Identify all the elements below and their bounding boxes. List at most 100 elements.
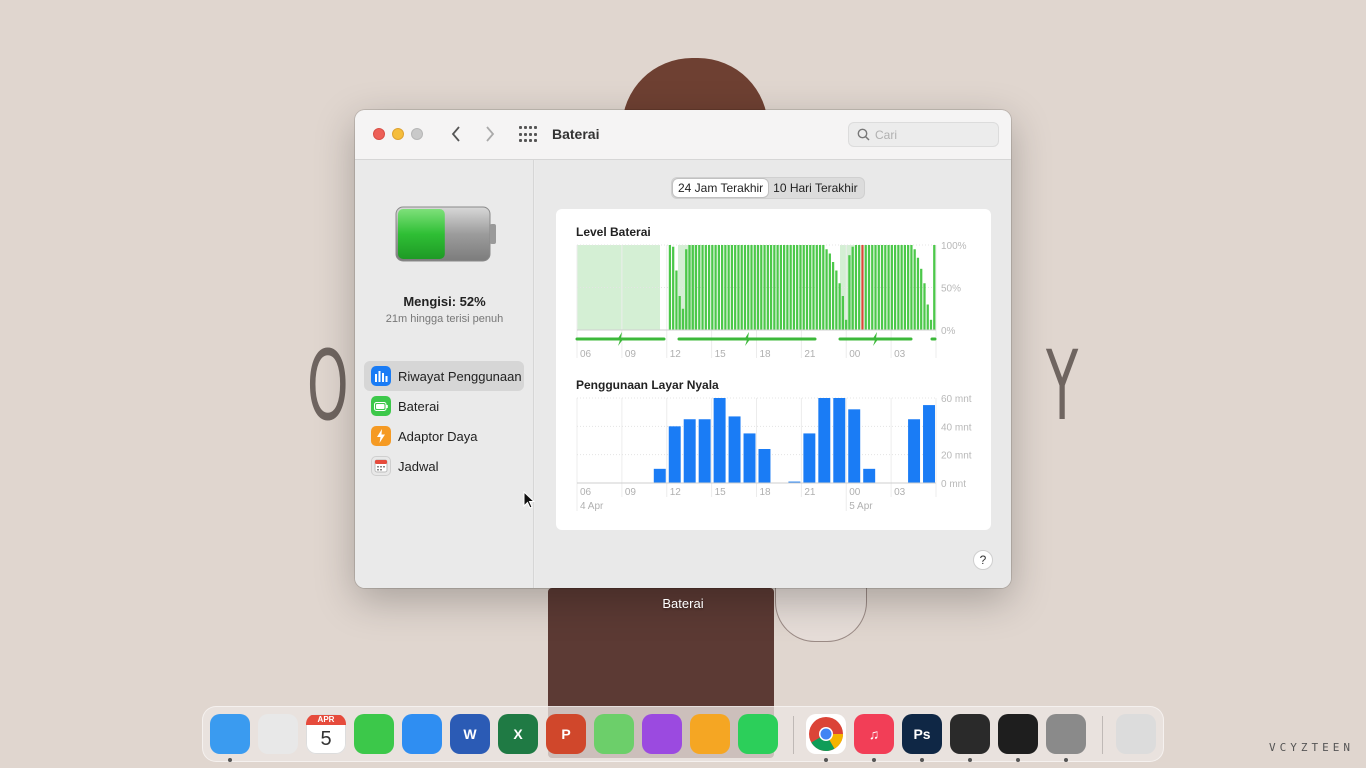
battery-level-bar bbox=[933, 245, 936, 330]
battery-preferences-window: Baterai Mengisi: 52% 21m hingg bbox=[355, 110, 1011, 588]
dock-app-mail-icon[interactable] bbox=[402, 714, 442, 754]
forward-button[interactable] bbox=[479, 123, 501, 145]
battery-level-bar bbox=[796, 245, 799, 330]
screen-usage-bar bbox=[758, 449, 771, 483]
dock-app-excel-icon[interactable]: X bbox=[498, 714, 538, 754]
battery-level-bar bbox=[929, 319, 933, 330]
dock-app-launchpad-icon[interactable] bbox=[258, 714, 298, 754]
y-tick-label: 0 mnt bbox=[941, 479, 966, 490]
dock: APR 5 W X P ♫ Ps bbox=[202, 706, 1164, 762]
dock-app-maps-icon[interactable] bbox=[594, 714, 634, 754]
battery-level-bar bbox=[858, 245, 861, 330]
segment-last-24-hours[interactable]: 24 Jam Terakhir bbox=[673, 179, 769, 197]
sidebar-item-usage-history[interactable]: Riwayat Penggunaan bbox=[364, 361, 524, 391]
battery-level-bar bbox=[864, 245, 867, 330]
sidebar-item-power-adapter[interactable]: Adaptor Daya bbox=[364, 421, 524, 451]
dock-app-calendar-icon[interactable]: APR 5 bbox=[306, 714, 346, 754]
screen-usage-bar bbox=[728, 416, 741, 483]
battery-level-bar bbox=[871, 245, 874, 330]
battery-level-bar bbox=[714, 245, 717, 330]
battery-level-bar bbox=[920, 268, 923, 330]
screen-usage-bar bbox=[833, 398, 846, 483]
watermark: VCYZTEEN bbox=[1269, 741, 1354, 754]
screen-usage-bar bbox=[848, 409, 861, 483]
usage-charts: 100% 50% 0% 06 09 12 15 18 21 00 03 60 mnt 40 mnt 20 … bbox=[575, 241, 972, 512]
help-button[interactable]: ? bbox=[973, 550, 993, 570]
time-range-segmented-control: 24 Jam Terakhir 10 Hari Terakhir bbox=[671, 177, 865, 199]
dock-app-chrome-icon[interactable] bbox=[806, 714, 846, 754]
dock-app-piano-icon[interactable] bbox=[950, 714, 990, 754]
search-field[interactable] bbox=[848, 122, 999, 147]
dock-app-photoshop-icon[interactable]: Ps bbox=[902, 714, 942, 754]
dock-app-finder-icon[interactable] bbox=[210, 714, 250, 754]
sidebar: Mengisi: 52% 21m hingga terisi penuh Riw… bbox=[355, 160, 535, 588]
time-until-full: 21m hingga terisi penuh bbox=[385, 313, 504, 325]
titlebar: Baterai bbox=[355, 110, 1011, 160]
dock-app-podcasts-icon[interactable] bbox=[642, 714, 682, 754]
minimize-button[interactable] bbox=[392, 128, 404, 140]
chevron-left-icon bbox=[451, 126, 460, 142]
battery-level-bar bbox=[907, 245, 910, 330]
segment-last-10-days[interactable]: 10 Hari Terakhir bbox=[768, 179, 862, 197]
dock-app-label: X bbox=[513, 726, 523, 742]
back-button[interactable] bbox=[445, 123, 467, 145]
dock-app-trash-icon[interactable] bbox=[1116, 714, 1156, 754]
battery-level-bar bbox=[854, 245, 858, 330]
battery-level-bar bbox=[776, 245, 779, 330]
sidebar-item-label: Adaptor Daya bbox=[398, 428, 478, 444]
battery-level-bar bbox=[763, 245, 766, 330]
dock-app-label: W bbox=[463, 726, 477, 742]
battery-level-bar bbox=[734, 245, 737, 330]
battery-level-bar bbox=[717, 245, 720, 330]
battery-level-bar bbox=[786, 245, 789, 330]
dock-separator bbox=[793, 716, 794, 754]
battery-level-bar bbox=[688, 245, 691, 330]
dock-app-system-preferences-icon[interactable] bbox=[1046, 714, 1086, 754]
dock-running-indicator bbox=[824, 758, 828, 762]
battery-level-bar bbox=[721, 245, 724, 330]
lightning-icon bbox=[744, 332, 751, 346]
battery-level-bar bbox=[916, 257, 920, 330]
battery-level-bar bbox=[851, 246, 854, 330]
dock-app-vlc-icon[interactable] bbox=[690, 714, 730, 754]
sidebar-item-battery[interactable]: Baterai bbox=[364, 391, 524, 421]
dock-app-activity-monitor-icon[interactable] bbox=[998, 714, 1038, 754]
battery-level-bar bbox=[760, 245, 763, 330]
dock-running-indicator bbox=[1016, 758, 1020, 762]
show-all-grid-icon[interactable] bbox=[519, 126, 537, 144]
battery-level-bar bbox=[903, 245, 907, 330]
battery-level-bar bbox=[704, 245, 707, 330]
x-tick-label: 18 bbox=[760, 349, 772, 360]
battery-level-bar bbox=[792, 245, 796, 330]
y-tick-label: 20 mnt bbox=[941, 451, 972, 462]
search-input[interactable] bbox=[875, 126, 993, 144]
close-button[interactable] bbox=[373, 128, 385, 140]
dock-app-facetime-icon[interactable] bbox=[354, 714, 394, 754]
battery-level-bar bbox=[877, 245, 880, 330]
x-tick-label: 09 bbox=[625, 349, 637, 360]
chevron-right-icon bbox=[486, 126, 495, 142]
zoom-button[interactable] bbox=[411, 128, 423, 140]
battery-level-bar bbox=[783, 245, 786, 330]
battery-level-bar bbox=[681, 308, 685, 330]
x-tick-label: 18 bbox=[760, 487, 772, 498]
sidebar-item-schedule[interactable]: Jadwal bbox=[364, 451, 524, 481]
x-tick-label: 15 bbox=[715, 349, 727, 360]
battery-level-bar bbox=[897, 245, 900, 330]
battery-level-bar bbox=[815, 245, 818, 330]
dock-app-whatsapp-icon[interactable] bbox=[738, 714, 778, 754]
battery-level-bar bbox=[685, 249, 688, 330]
battery-level-bar bbox=[802, 245, 805, 330]
battery-level-bar bbox=[884, 245, 887, 330]
dock-app-word-icon[interactable]: W bbox=[450, 714, 490, 754]
battery-level-bar bbox=[822, 245, 825, 330]
screen-usage-bar bbox=[803, 433, 816, 483]
battery-level-bar bbox=[828, 253, 831, 330]
dock-app-music-icon[interactable]: ♫ bbox=[854, 714, 894, 754]
battery-level-bar bbox=[691, 245, 694, 330]
calendar-icon bbox=[371, 456, 391, 476]
battery-level-bar bbox=[923, 283, 926, 330]
battery-level-bar bbox=[910, 245, 913, 330]
tooltip: Baterai bbox=[662, 596, 704, 611]
dock-app-powerpoint-icon[interactable]: P bbox=[546, 714, 586, 754]
